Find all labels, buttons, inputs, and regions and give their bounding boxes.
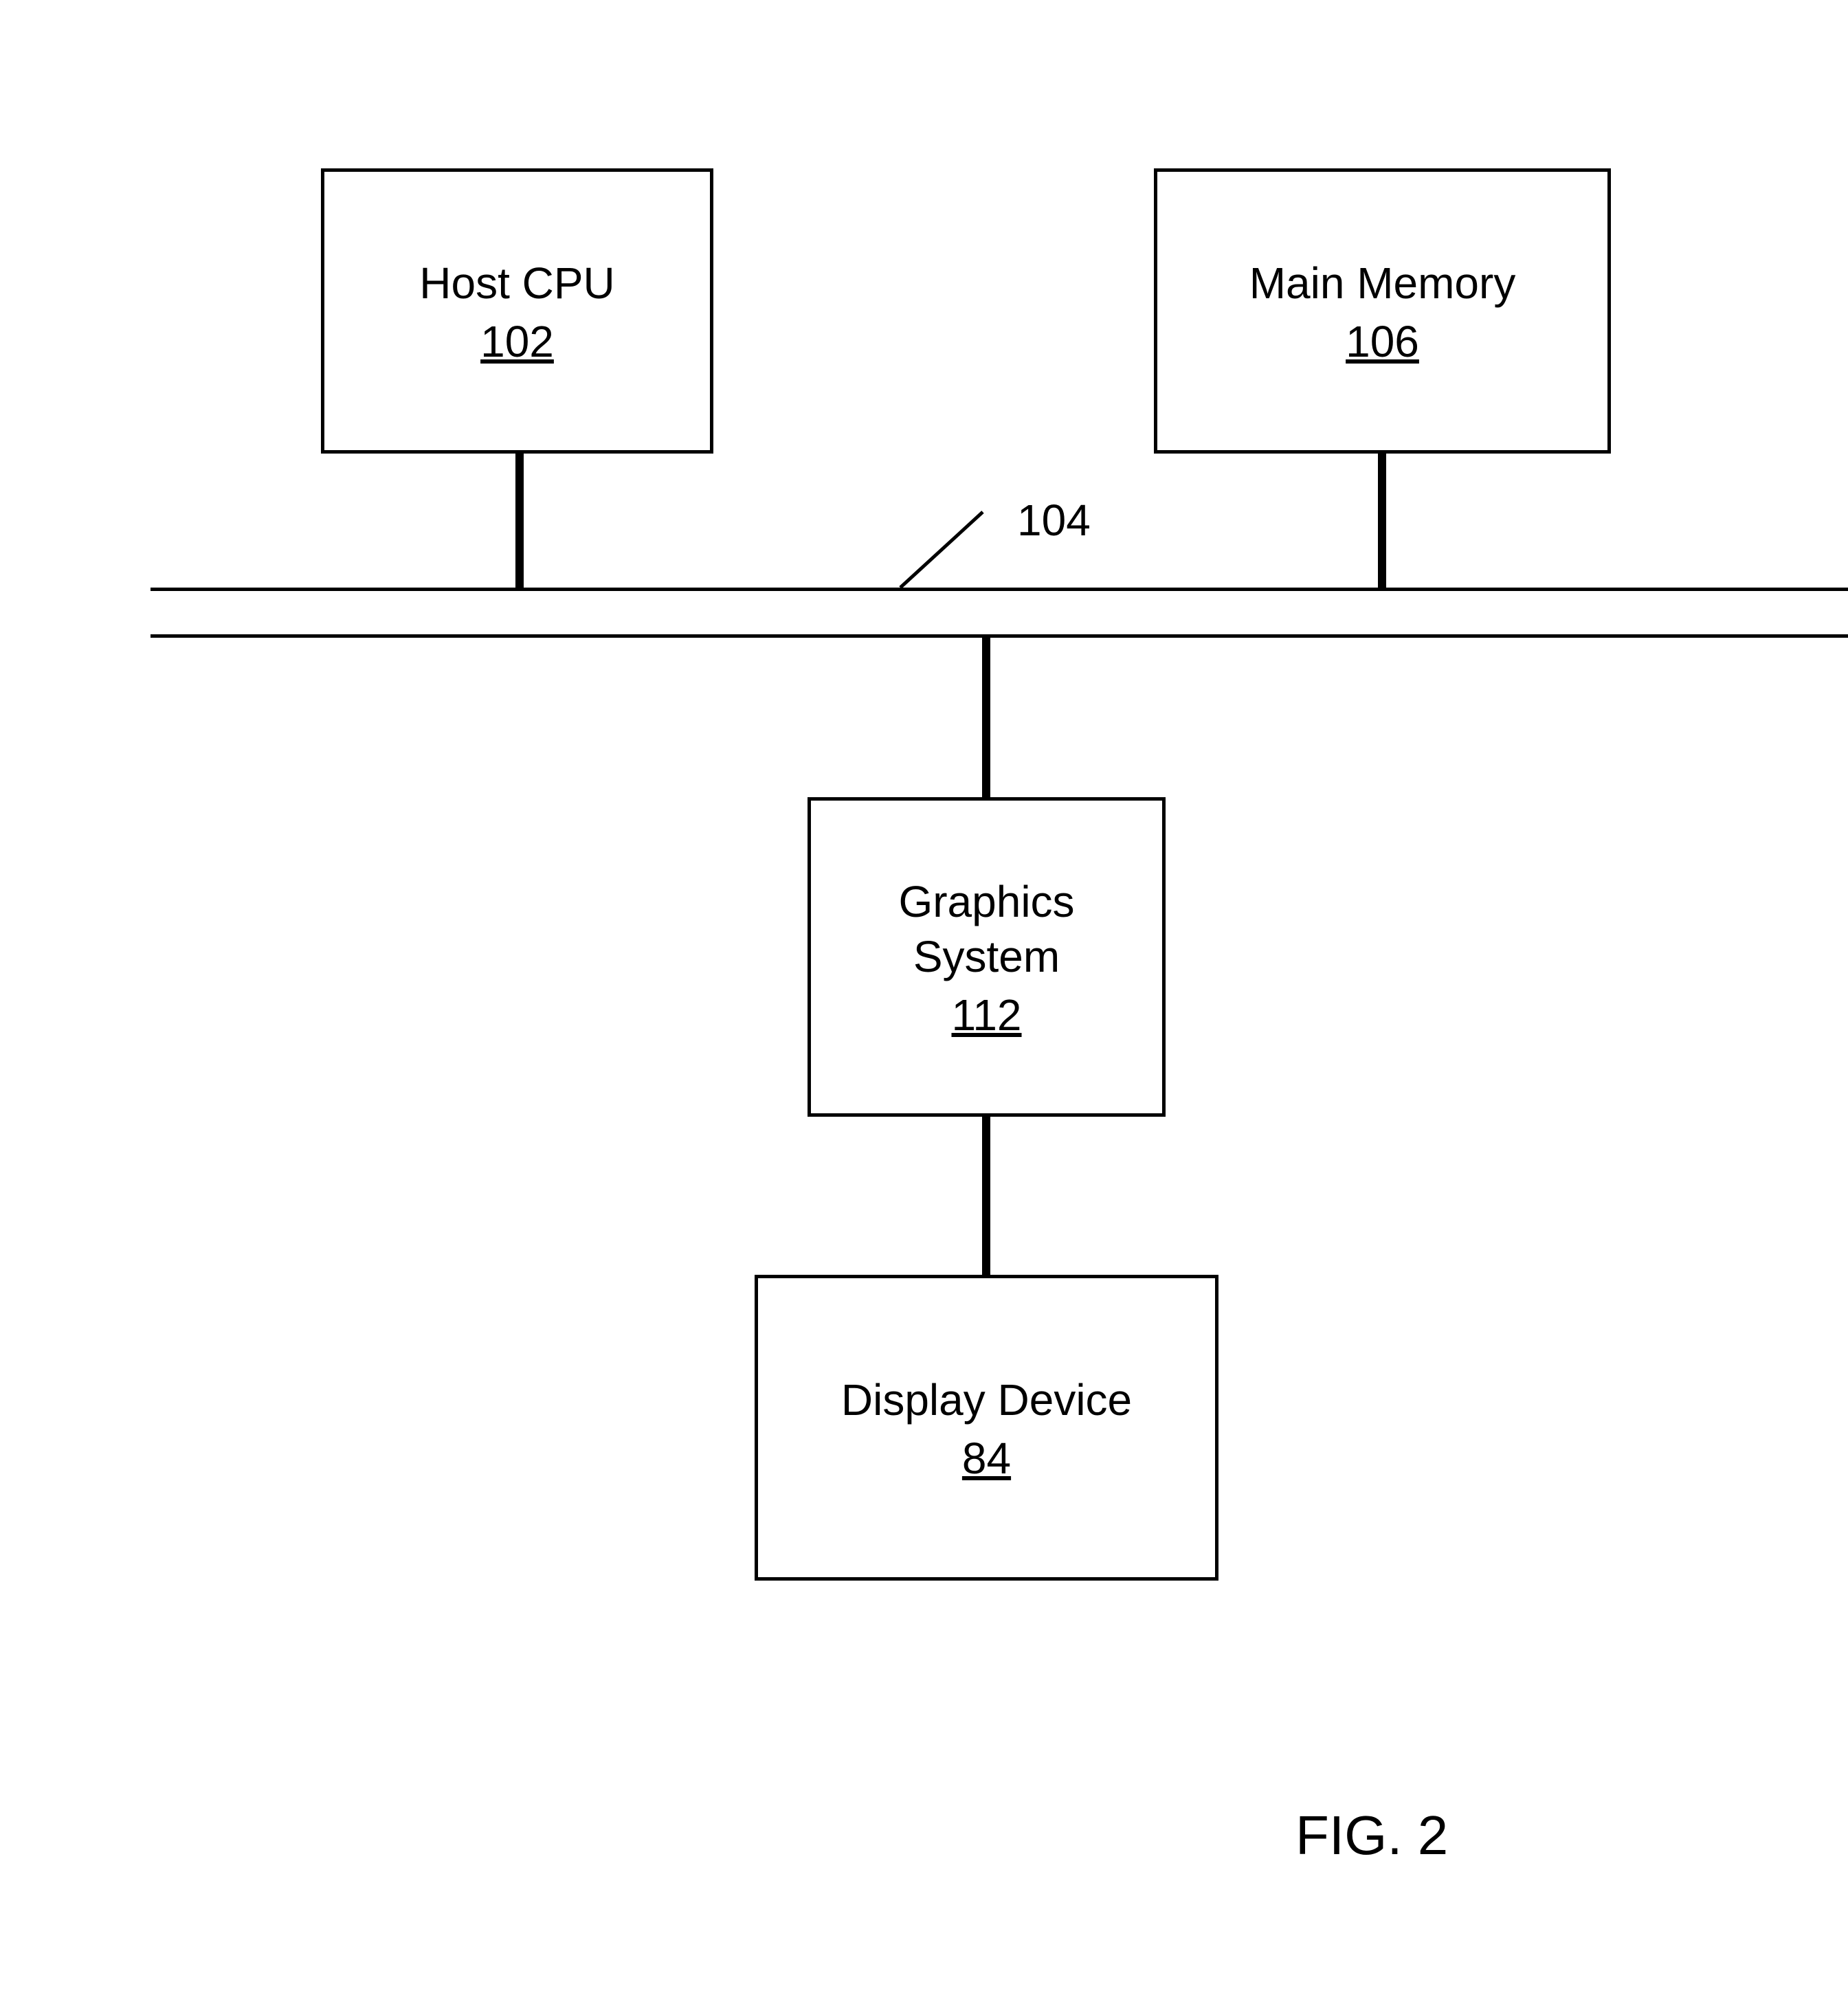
bus-callout-label: 104 bbox=[1017, 495, 1091, 546]
host-cpu-num: 102 bbox=[480, 316, 554, 367]
host-cpu-block: Host CPU 102 bbox=[321, 168, 713, 454]
connector-graphics-display bbox=[982, 1117, 990, 1275]
bus-line-bottom bbox=[151, 634, 1848, 638]
display-device-block: Display Device 84 bbox=[755, 1275, 1218, 1581]
graphics-system-num: 112 bbox=[951, 990, 1021, 1040]
connector-host-cpu-bus bbox=[515, 454, 524, 588]
connector-bus-graphics bbox=[982, 638, 990, 797]
connector-main-memory-bus bbox=[1378, 454, 1386, 588]
graphics-system-block: Graphics System 112 bbox=[808, 797, 1166, 1117]
graphics-system-label: Graphics System bbox=[898, 874, 1074, 984]
main-memory-block: Main Memory 106 bbox=[1154, 168, 1611, 454]
main-memory-label: Main Memory bbox=[1249, 256, 1516, 311]
figure-label: FIG. 2 bbox=[1295, 1804, 1448, 1867]
display-device-num: 84 bbox=[962, 1433, 1011, 1484]
host-cpu-label: Host CPU bbox=[419, 256, 615, 311]
main-memory-num: 106 bbox=[1346, 316, 1419, 367]
display-device-label: Display Device bbox=[841, 1372, 1132, 1427]
